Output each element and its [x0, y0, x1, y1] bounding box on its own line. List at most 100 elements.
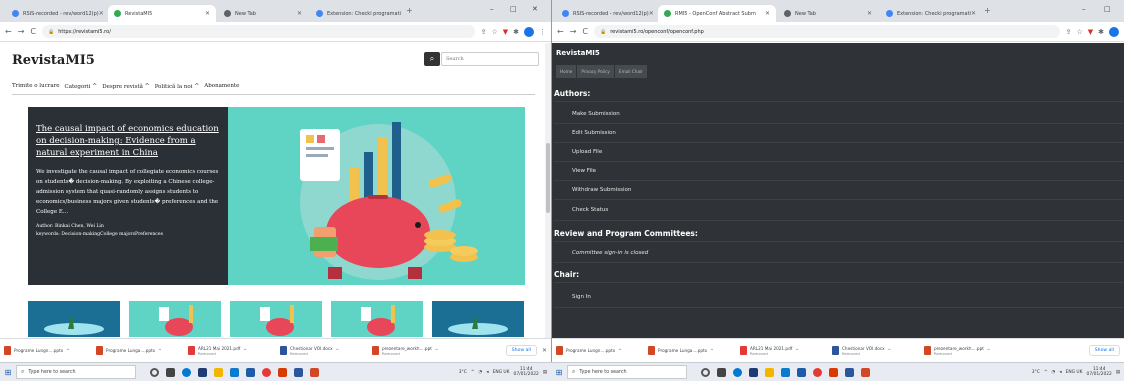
- close-icon[interactable]: ✕: [971, 10, 976, 17]
- new-tab-icon[interactable]: +: [406, 6, 413, 15]
- scrollbar-thumb[interactable]: [546, 143, 550, 213]
- star-icon[interactable]: ☆: [1076, 28, 1082, 36]
- download-item[interactable]: prezentare_workh....ppt Removed ^: [372, 346, 464, 356]
- tab-1[interactable]: RevistaMI5 ✕: [108, 5, 216, 22]
- clock[interactable]: 11:44 07/01/2022: [1087, 367, 1112, 377]
- close-icon[interactable]: ✕: [542, 347, 547, 354]
- download-item[interactable]: Programe Lungn....pptx ^: [556, 346, 648, 355]
- avatar[interactable]: [524, 26, 534, 37]
- download-item[interactable]: prezentare_workh....ppt Removed ^: [924, 346, 1016, 356]
- chevron-up-icon[interactable]: ^: [66, 348, 70, 353]
- close-icon[interactable]: ✕: [649, 10, 654, 17]
- language-indicator[interactable]: ENG UK: [1066, 370, 1083, 375]
- featured-article-banner[interactable]: The causal impact of economics education…: [28, 107, 525, 285]
- upload-file-link[interactable]: Upload File: [572, 149, 602, 155]
- weather-text[interactable]: 3°C: [459, 370, 467, 375]
- avatar[interactable]: [1109, 26, 1119, 37]
- word-icon[interactable]: [294, 367, 303, 377]
- share-icon[interactable]: ⇪: [481, 28, 487, 36]
- menu-item-about[interactable]: Despre revistă ^: [102, 83, 149, 90]
- thumbnail-2[interactable]: [129, 301, 221, 337]
- outlook-icon[interactable]: [246, 367, 255, 377]
- make-submission-link[interactable]: Make Submission: [572, 111, 620, 117]
- chevron-up-icon[interactable]: ^: [795, 348, 799, 353]
- mail-icon[interactable]: [781, 367, 790, 377]
- chevron-up-icon[interactable]: ^: [710, 348, 714, 353]
- tab-0[interactable]: RSIS-recorded - rev/word12(p) ✕: [6, 5, 106, 22]
- language-indicator[interactable]: ENG UK: [493, 370, 510, 375]
- notification-icon[interactable]: ▤: [543, 370, 547, 375]
- task-view-icon[interactable]: [717, 367, 726, 377]
- cortana-icon[interactable]: [701, 367, 710, 377]
- taskbar-search[interactable]: ⌕ Type here to search: [16, 365, 136, 379]
- download-item[interactable]: Chestionar VOI.docx Removed ^: [280, 346, 372, 356]
- store-icon[interactable]: [749, 367, 758, 377]
- tab-0[interactable]: RSIS-recorded - rev/word12(p) ✕: [556, 5, 656, 22]
- maximize-icon[interactable]: □: [510, 5, 517, 13]
- nav-privacy-policy[interactable]: Privacy Policy: [577, 65, 614, 78]
- powerpoint-icon[interactable]: [829, 367, 838, 377]
- file-explorer-icon[interactable]: [214, 367, 223, 377]
- tab-2[interactable]: New Tab ✕: [218, 5, 308, 22]
- download-item[interactable]: Programe Lungn....pptx ^: [4, 346, 96, 355]
- show-all-button[interactable]: Show all: [1088, 345, 1120, 356]
- back-icon[interactable]: ←: [557, 27, 564, 36]
- chair-sign-in-link[interactable]: Sign In: [572, 294, 591, 300]
- chevron-up-icon[interactable]: ^: [336, 348, 340, 353]
- back-icon[interactable]: ←: [5, 27, 12, 36]
- windows-start-icon[interactable]: ⊞: [0, 368, 16, 377]
- puzzle-icon[interactable]: ✱: [513, 28, 519, 36]
- download-item[interactable]: ARL21 Mai 2021.pdf Removed ^: [188, 346, 280, 356]
- word-icon[interactable]: [845, 367, 854, 377]
- thumbnail-1[interactable]: [28, 301, 120, 337]
- reload-icon[interactable]: C: [582, 27, 588, 36]
- chevron-up-icon[interactable]: ^: [158, 348, 162, 353]
- close-icon[interactable]: ✕: [205, 10, 210, 17]
- clock[interactable]: 11:44 07/01/2022: [514, 367, 539, 377]
- search-button[interactable]: ⌕: [424, 52, 440, 66]
- minimize-icon[interactable]: –: [490, 5, 494, 13]
- download-item[interactable]: ARL21 Mai 2021.pdf Removed ^: [740, 346, 832, 356]
- address-bar[interactable]: 🔒 https://revistami5.ro/: [42, 25, 475, 38]
- chevron-up-icon[interactable]: ^: [471, 370, 475, 375]
- file-explorer-icon[interactable]: [765, 367, 774, 377]
- chevron-up-icon[interactable]: ^: [987, 348, 991, 353]
- thumbnail-5[interactable]: [432, 301, 524, 337]
- photos-icon[interactable]: [310, 367, 319, 377]
- show-all-button[interactable]: Show all: [505, 345, 537, 356]
- chrome-icon[interactable]: [813, 367, 822, 377]
- site-title[interactable]: RevistaMI5: [12, 53, 95, 68]
- mail-icon[interactable]: [230, 367, 239, 377]
- address-bar[interactable]: 🔒 revistami5.ro/openconf/openconf.php: [594, 25, 1060, 38]
- chevron-up-icon[interactable]: ^: [888, 348, 892, 353]
- withdraw-submission-link[interactable]: Withdraw Submission: [572, 187, 631, 193]
- download-item[interactable]: Programe Lunga....pptx ^: [96, 346, 188, 355]
- thumbnail-4[interactable]: [331, 301, 423, 337]
- forward-icon[interactable]: →: [570, 27, 577, 36]
- share-icon[interactable]: ⇪: [1066, 28, 1072, 36]
- extension-filter-icon[interactable]: ▼: [1088, 28, 1093, 36]
- nav-home[interactable]: Home: [556, 65, 577, 78]
- notification-icon[interactable]: ▤: [1116, 370, 1120, 375]
- tab-3[interactable]: Extension: Checki programati ✕: [310, 5, 402, 22]
- menu-item-submit[interactable]: Trimite o lucrare: [12, 83, 59, 90]
- tab-3[interactable]: Extension: Checki programati ✕: [880, 5, 980, 22]
- chevron-up-icon[interactable]: ^: [243, 348, 247, 353]
- tab-1[interactable]: RMI5 - OpenConf Abstract Subm ✕: [658, 5, 776, 22]
- extension-filter-icon[interactable]: ▼: [503, 28, 508, 36]
- tab-2[interactable]: New Tab ✕: [778, 5, 878, 22]
- close-icon[interactable]: ✕: [99, 10, 104, 17]
- new-tab-icon[interactable]: +: [984, 6, 991, 15]
- close-icon[interactable]: ✕: [765, 10, 770, 17]
- powerpoint-icon[interactable]: [278, 367, 287, 377]
- check-status-link[interactable]: Check Status: [572, 207, 608, 213]
- cortana-icon[interactable]: [150, 367, 159, 377]
- windows-start-icon[interactable]: ⊞: [551, 368, 567, 377]
- download-item[interactable]: Programe Lunga....pptx ^: [648, 346, 740, 355]
- chrome-icon[interactable]: [262, 367, 271, 377]
- maximize-icon[interactable]: □: [1104, 5, 1111, 13]
- volume-icon[interactable]: ◂: [1059, 370, 1061, 375]
- menu-item-policy[interactable]: Politică la noi ^: [155, 83, 200, 90]
- close-icon[interactable]: ✕: [297, 10, 302, 17]
- store-icon[interactable]: [198, 367, 207, 377]
